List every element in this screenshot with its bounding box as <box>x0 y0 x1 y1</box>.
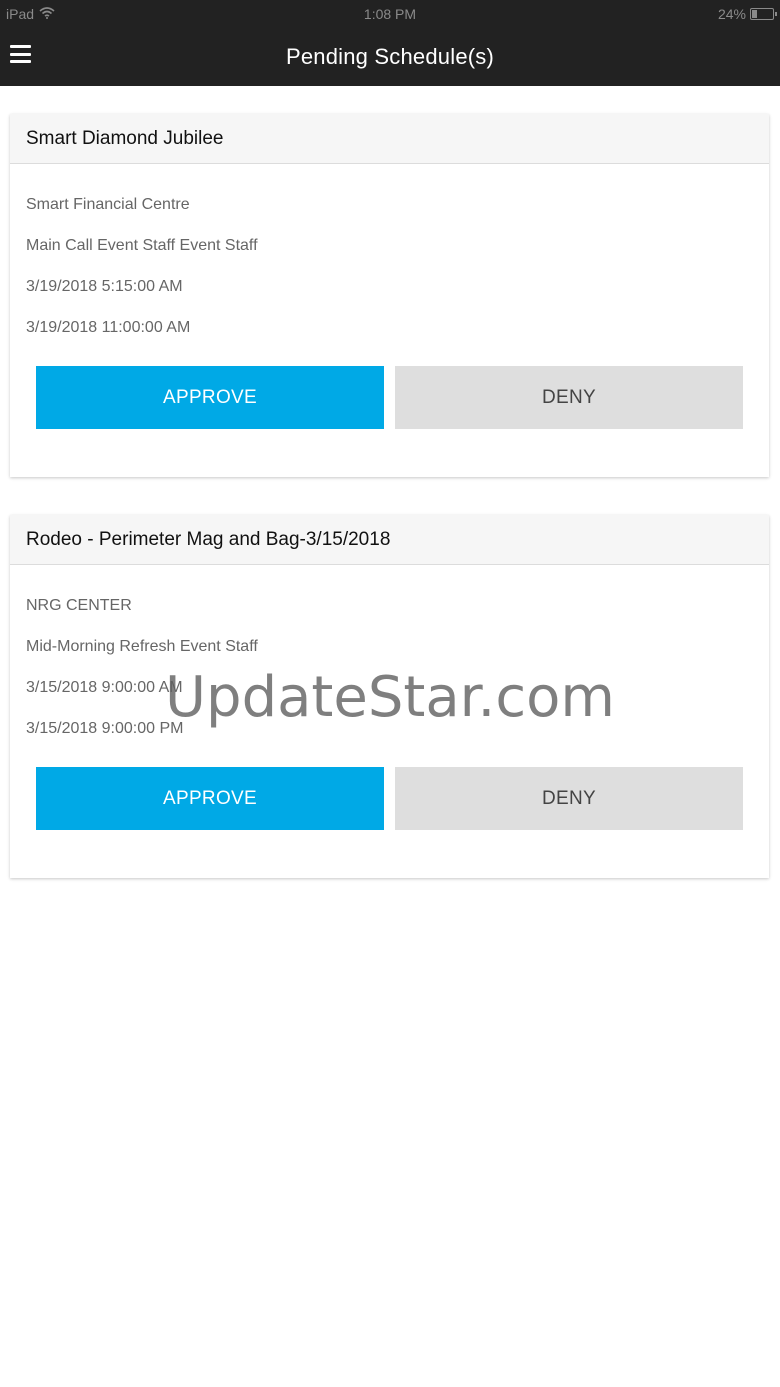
schedule-title: Rodeo - Perimeter Mag and Bag-3/15/2018 <box>10 515 769 565</box>
app-header: iPad 1:08 PM 24% Pending Schedule(s) <box>0 0 780 86</box>
approve-button[interactable]: APPROVE <box>36 366 384 429</box>
battery-icon <box>750 8 777 20</box>
schedule-venue: Smart Financial Centre <box>26 196 190 213</box>
schedule-start: 3/15/2018 9:00:00 AM <box>26 679 183 696</box>
battery-percent: 24% <box>717 6 746 22</box>
schedule-details: NRG CENTER Mid-Morning Refresh Event Sta… <box>10 565 769 831</box>
deny-button[interactable]: DENY <box>395 767 743 830</box>
approve-button[interactable]: APPROVE <box>36 767 384 830</box>
action-row: APPROVE DENY <box>26 366 753 430</box>
status-bar: iPad 1:08 PM 24% <box>0 0 780 28</box>
schedule-card: Smart Diamond Jubilee Smart Financial Ce… <box>10 114 769 477</box>
battery-fill <box>752 10 757 18</box>
schedule-role: Main Call Event Staff Event Staff <box>26 237 258 254</box>
card-footer-spacer <box>10 831 769 878</box>
schedule-start: 3/19/2018 5:15:00 AM <box>26 278 183 295</box>
action-row: APPROVE DENY <box>26 767 753 831</box>
schedule-role: Mid-Morning Refresh Event Staff <box>26 638 258 655</box>
page-title: Pending Schedule(s) <box>285 44 495 69</box>
status-time: 1:08 PM <box>363 6 417 22</box>
card-footer-spacer <box>10 430 769 477</box>
schedule-details: Smart Financial Centre Main Call Event S… <box>10 164 769 430</box>
schedule-title: Smart Diamond Jubilee <box>10 114 769 164</box>
status-right: 24% <box>717 6 777 22</box>
schedule-end: 3/19/2018 11:00:00 AM <box>26 319 191 336</box>
schedule-card: Rodeo - Perimeter Mag and Bag-3/15/2018 … <box>10 515 769 878</box>
schedule-venue: NRG CENTER <box>26 597 132 614</box>
schedule-end: 3/15/2018 9:00:00 PM <box>26 720 184 737</box>
deny-button[interactable]: DENY <box>395 366 743 429</box>
